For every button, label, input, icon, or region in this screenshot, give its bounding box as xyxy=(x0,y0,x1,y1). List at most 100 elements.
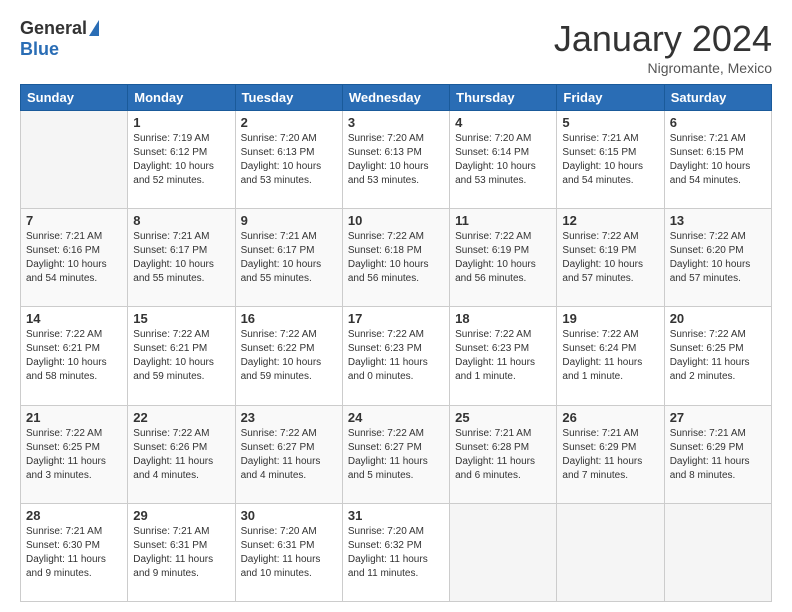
day-number: 30 xyxy=(241,508,337,523)
day-number: 31 xyxy=(348,508,444,523)
day-info: Sunrise: 7:21 AMSunset: 6:30 PMDaylight:… xyxy=(26,525,122,581)
day-info: Sunrise: 7:21 AMSunset: 6:15 PMDaylight:… xyxy=(562,132,658,188)
day-info: Sunrise: 7:22 AMSunset: 6:27 PMDaylight:… xyxy=(348,427,444,483)
day-info: Sunrise: 7:22 AMSunset: 6:19 PMDaylight:… xyxy=(455,230,551,286)
calendar-cell: 5 Sunrise: 7:21 AMSunset: 6:15 PMDaylight… xyxy=(557,111,664,209)
day-info: Sunrise: 7:21 AMSunset: 6:29 PMDaylight:… xyxy=(562,427,658,483)
day-info: Sunrise: 7:22 AMSunset: 6:21 PMDaylight:… xyxy=(133,328,229,384)
day-number: 28 xyxy=(26,508,122,523)
day-number: 13 xyxy=(670,213,766,228)
calendar-cell: 30 Sunrise: 7:20 AMSunset: 6:31 PMDayligh… xyxy=(235,503,342,601)
day-info: Sunrise: 7:22 AMSunset: 6:27 PMDaylight:… xyxy=(241,427,337,483)
day-number: 10 xyxy=(348,213,444,228)
day-info: Sunrise: 7:22 AMSunset: 6:26 PMDaylight:… xyxy=(133,427,229,483)
week-row-1: 1Sunrise: 7:19 AMSunset: 6:12 PMDaylight… xyxy=(21,111,772,209)
day-number: 1 xyxy=(133,115,229,130)
calendar-cell: 14 Sunrise: 7:22 AMSunset: 6:21 PMDayligh… xyxy=(21,307,128,405)
logo-blue-text: Blue xyxy=(20,39,59,60)
calendar-cell: 21 Sunrise: 7:22 AMSunset: 6:25 PMDayligh… xyxy=(21,405,128,503)
day-number: 3 xyxy=(348,115,444,130)
day-info: Sunrise: 7:21 AMSunset: 6:17 PMDaylight:… xyxy=(133,230,229,286)
day-info: Sunrise: 7:20 AMSunset: 6:13 PMDaylight:… xyxy=(241,132,337,188)
day-info: Sunrise: 7:21 AMSunset: 6:29 PMDaylight:… xyxy=(670,427,766,483)
day-number: 25 xyxy=(455,410,551,425)
weekday-header-friday: Friday xyxy=(557,85,664,111)
calendar-cell: 19Sunrise: 7:22 AMSunset: 6:24 PMDayligh… xyxy=(557,307,664,405)
day-number: 23 xyxy=(241,410,337,425)
logo-general-text: General xyxy=(20,18,87,39)
day-number: 2 xyxy=(241,115,337,130)
day-number: 17 xyxy=(348,311,444,326)
day-info: Sunrise: 7:21 AMSunset: 6:28 PMDaylight:… xyxy=(455,427,551,483)
day-number: 20 xyxy=(670,311,766,326)
weekday-header-saturday: Saturday xyxy=(664,85,771,111)
day-info: Sunrise: 7:20 AMSunset: 6:14 PMDaylight:… xyxy=(455,132,551,188)
calendar-cell: 23 Sunrise: 7:22 AMSunset: 6:27 PMDayligh… xyxy=(235,405,342,503)
calendar-cell xyxy=(21,111,128,209)
day-info: Sunrise: 7:21 AMSunset: 6:31 PMDaylight:… xyxy=(133,525,229,581)
title-block: January 2024 Nigromante, Mexico xyxy=(554,18,772,76)
weekday-header-monday: Monday xyxy=(128,85,235,111)
calendar-cell: 24Sunrise: 7:22 AMSunset: 6:27 PMDayligh… xyxy=(342,405,449,503)
calendar-cell: 4Sunrise: 7:20 AMSunset: 6:14 PMDaylight… xyxy=(450,111,557,209)
logo-triangle-icon xyxy=(89,20,99,36)
day-number: 8 xyxy=(133,213,229,228)
day-info: Sunrise: 7:20 AMSunset: 6:13 PMDaylight:… xyxy=(348,132,444,188)
calendar-cell xyxy=(557,503,664,601)
page-header: General Blue January 2024 Nigromante, Me… xyxy=(20,18,772,76)
day-number: 5 xyxy=(562,115,658,130)
calendar-cell: 20Sunrise: 7:22 AMSunset: 6:25 PMDayligh… xyxy=(664,307,771,405)
calendar-cell: 28 Sunrise: 7:21 AMSunset: 6:30 PMDayligh… xyxy=(21,503,128,601)
day-number: 15 xyxy=(133,311,229,326)
week-row-3: 14 Sunrise: 7:22 AMSunset: 6:21 PMDayligh… xyxy=(21,307,772,405)
month-title: January 2024 xyxy=(554,18,772,60)
day-info: Sunrise: 7:22 AMSunset: 6:25 PMDaylight:… xyxy=(26,427,122,483)
day-info: Sunrise: 7:20 AMSunset: 6:31 PMDaylight:… xyxy=(241,525,337,581)
weekday-header-thursday: Thursday xyxy=(450,85,557,111)
calendar-cell: 12 Sunrise: 7:22 AMSunset: 6:19 PMDayligh… xyxy=(557,209,664,307)
calendar-table: SundayMondayTuesdayWednesdayThursdayFrid… xyxy=(20,84,772,602)
calendar-cell: 27 Sunrise: 7:21 AMSunset: 6:29 PMDayligh… xyxy=(664,405,771,503)
day-info: Sunrise: 7:22 AMSunset: 6:18 PMDaylight:… xyxy=(348,230,444,286)
day-number: 29 xyxy=(133,508,229,523)
calendar-cell: 29 Sunrise: 7:21 AMSunset: 6:31 PMDayligh… xyxy=(128,503,235,601)
day-number: 9 xyxy=(241,213,337,228)
day-number: 14 xyxy=(26,311,122,326)
calendar-cell: 2 Sunrise: 7:20 AMSunset: 6:13 PMDaylight… xyxy=(235,111,342,209)
weekday-header-wednesday: Wednesday xyxy=(342,85,449,111)
calendar-cell: 10 Sunrise: 7:22 AMSunset: 6:18 PMDayligh… xyxy=(342,209,449,307)
day-number: 7 xyxy=(26,213,122,228)
calendar-cell: 3 Sunrise: 7:20 AMSunset: 6:13 PMDaylight… xyxy=(342,111,449,209)
location-subtitle: Nigromante, Mexico xyxy=(554,60,772,76)
weekday-header-row: SundayMondayTuesdayWednesdayThursdayFrid… xyxy=(21,85,772,111)
weekday-header-sunday: Sunday xyxy=(21,85,128,111)
calendar-cell: 9 Sunrise: 7:21 AMSunset: 6:17 PMDaylight… xyxy=(235,209,342,307)
calendar-cell: 18Sunrise: 7:22 AMSunset: 6:23 PMDayligh… xyxy=(450,307,557,405)
day-info: Sunrise: 7:22 AMSunset: 6:21 PMDaylight:… xyxy=(26,328,122,384)
day-info: Sunrise: 7:22 AMSunset: 6:20 PMDaylight:… xyxy=(670,230,766,286)
calendar-cell: 15 Sunrise: 7:22 AMSunset: 6:21 PMDayligh… xyxy=(128,307,235,405)
day-info: Sunrise: 7:22 AMSunset: 6:22 PMDaylight:… xyxy=(241,328,337,384)
week-row-2: 7 Sunrise: 7:21 AMSunset: 6:16 PMDaylight… xyxy=(21,209,772,307)
day-info: Sunrise: 7:20 AMSunset: 6:32 PMDaylight:… xyxy=(348,525,444,581)
calendar-cell: 22 Sunrise: 7:22 AMSunset: 6:26 PMDayligh… xyxy=(128,405,235,503)
day-info: Sunrise: 7:21 AMSunset: 6:17 PMDaylight:… xyxy=(241,230,337,286)
calendar-cell: 16 Sunrise: 7:22 AMSunset: 6:22 PMDayligh… xyxy=(235,307,342,405)
calendar-cell xyxy=(450,503,557,601)
day-info: Sunrise: 7:21 AMSunset: 6:16 PMDaylight:… xyxy=(26,230,122,286)
calendar-cell xyxy=(664,503,771,601)
day-number: 16 xyxy=(241,311,337,326)
calendar-cell: 11Sunrise: 7:22 AMSunset: 6:19 PMDayligh… xyxy=(450,209,557,307)
day-number: 22 xyxy=(133,410,229,425)
day-number: 27 xyxy=(670,410,766,425)
day-info: Sunrise: 7:22 AMSunset: 6:24 PMDaylight:… xyxy=(562,328,658,384)
day-number: 21 xyxy=(26,410,122,425)
calendar-cell: 6Sunrise: 7:21 AMSunset: 6:15 PMDaylight… xyxy=(664,111,771,209)
day-info: Sunrise: 7:22 AMSunset: 6:19 PMDaylight:… xyxy=(562,230,658,286)
day-info: Sunrise: 7:22 AMSunset: 6:23 PMDaylight:… xyxy=(455,328,551,384)
day-number: 6 xyxy=(670,115,766,130)
day-number: 12 xyxy=(562,213,658,228)
day-number: 26 xyxy=(562,410,658,425)
calendar-cell: 1Sunrise: 7:19 AMSunset: 6:12 PMDaylight… xyxy=(128,111,235,209)
weekday-header-tuesday: Tuesday xyxy=(235,85,342,111)
